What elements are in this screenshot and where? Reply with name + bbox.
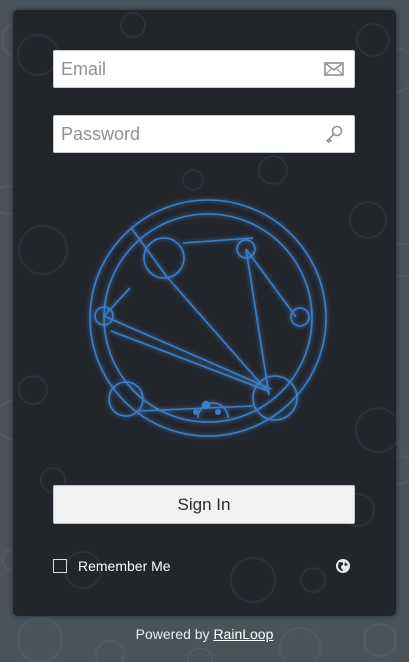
password-input[interactable]: [54, 116, 314, 152]
remember-me-label: Remember Me: [78, 558, 171, 574]
password-field-wrapper: [53, 115, 355, 153]
login-card: Sign In Remember Me: [13, 10, 396, 616]
email-input[interactable]: [54, 51, 314, 87]
rainloop-link[interactable]: RainLoop: [213, 626, 273, 642]
remember-me-checkbox[interactable]: [53, 559, 67, 573]
key-icon: [326, 125, 343, 143]
globe-icon[interactable]: [335, 558, 351, 574]
powered-by-text: Powered by: [135, 626, 210, 642]
email-field-wrapper: [53, 50, 355, 88]
footer: Powered by RainLoop: [0, 626, 409, 642]
sign-in-button[interactable]: Sign In: [53, 485, 355, 524]
envelope-icon: [324, 62, 344, 76]
circular-gallifreyan-logo: [89, 199, 327, 437]
